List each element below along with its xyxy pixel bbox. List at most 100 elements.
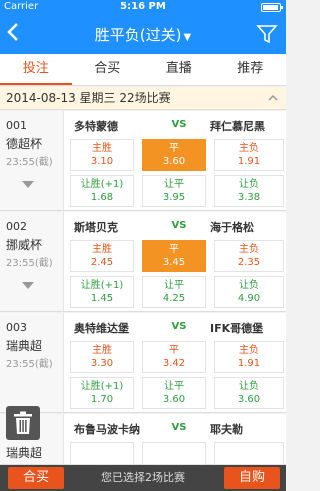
vs-label: VS [171, 321, 187, 332]
tab-recommend[interactable]: 推荐 [215, 54, 287, 85]
match-teams: 斯塔贝克 VS 海于格松 [64, 212, 286, 238]
tab-bar: 投注 合买 直播 推荐 [0, 54, 286, 86]
odd-draw[interactable]: 平 3.45 [142, 240, 206, 272]
collapse-icon [268, 87, 278, 110]
odd-label: 主胜 [92, 143, 112, 154]
nav-bar: 胜平负(过关) ▼ [0, 14, 286, 54]
odd-handicap-loss[interactable]: 让负 4.90 [214, 276, 284, 308]
vs-label: VS [171, 119, 187, 130]
odd-handicap-win[interactable]: 让胜(+1) 1.68 [70, 175, 134, 207]
home-team: 布鲁马波卡纳 [74, 423, 140, 436]
odd-value: 1.91 [237, 358, 261, 369]
odd-home-win[interactable]: 主胜 2.45 [70, 240, 134, 272]
odd-value: 1.91 [237, 156, 261, 167]
expand-icon[interactable] [22, 282, 34, 289]
match-deadline: 23:55(截) [6, 157, 53, 168]
tab-live[interactable]: 直播 [143, 54, 215, 85]
odd-label: 平 [169, 345, 179, 356]
match-teams: 布鲁马波卡纳 VS 耶夫勒 [64, 414, 286, 440]
odd-handicap-draw[interactable]: 让平 3.60 [142, 377, 206, 409]
odd-label: 主负 [239, 345, 259, 356]
selection-summary: 您已选择2场比赛 [101, 471, 185, 484]
away-team: 耶夫勒 [210, 423, 243, 436]
odd-label: 平 [169, 143, 179, 154]
away-team: 海于格松 [210, 221, 254, 234]
odd-home-loss[interactable]: 主负 1.91 [214, 341, 284, 373]
tab-group-buy[interactable]: 合买 [72, 54, 144, 85]
match-card: 003 瑞典超 23:55(截) 奥特维达堡 VS IFK哥德堡 主胜 3.30 … [0, 313, 286, 413]
odd-value: 3.95 [162, 192, 186, 203]
odd-label: 让负 [239, 381, 259, 392]
battery-icon [261, 3, 283, 12]
odd-home-win[interactable]: 主胜 3.10 [70, 139, 134, 171]
odd-label: 让胜(+1) [80, 179, 124, 190]
odd-label: 主负 [239, 244, 259, 255]
trash-icon [6, 411, 40, 435]
match-teams: 多特蒙德 VS 拜仁慕尼黑 [64, 111, 286, 137]
odd-handicap-win[interactable]: 让胜(+1) 1.45 [70, 276, 134, 308]
group-buy-button[interactable]: 合买 [8, 467, 64, 489]
odd-value: 3.38 [237, 192, 261, 203]
self-buy-button[interactable]: 自购 [224, 467, 280, 489]
odd-label: 让平 [164, 280, 184, 291]
odd-handicap-loss[interactable]: 让负 3.38 [214, 175, 284, 207]
match-deadline: 23:55(截) [6, 258, 53, 269]
expand-icon[interactable] [22, 181, 34, 188]
odd-value: 3.60 [162, 394, 186, 405]
odd-label: 让胜(+1) [80, 280, 124, 291]
odd-value: 3.60 [162, 156, 186, 167]
odd-label: 让平 [164, 381, 184, 392]
odd-handicap-draw[interactable]: 让平 3.95 [142, 175, 206, 207]
date-section-header[interactable]: 2014-08-13 星期三 22场比赛 [0, 87, 286, 110]
odd-home-loss[interactable] [214, 442, 284, 465]
odd-handicap-loss[interactable]: 让负 3.60 [214, 377, 284, 409]
odd-value: 3.30 [90, 358, 114, 369]
status-bar: Carrier 5:16 PM [0, 0, 286, 14]
match-number: 003 [6, 321, 27, 334]
odd-handicap-win[interactable]: 让胜(+1) 1.70 [70, 377, 134, 409]
date-section-text: 2014-08-13 星期三 22场比赛 [6, 91, 171, 105]
match-league: 瑞典超 [6, 339, 43, 353]
away-team: 拜仁慕尼黑 [210, 120, 265, 133]
home-team: 奥特维达堡 [74, 322, 129, 335]
clear-selection-button[interactable] [6, 406, 40, 440]
title-dropdown-icon: ▼ [183, 32, 192, 43]
match-teams: 奥特维达堡 VS IFK哥德堡 [64, 313, 286, 339]
match-card: 001 德超杯 23:55(截) 多特蒙德 VS 拜仁慕尼黑 主胜 3.10 平 3… [0, 111, 286, 211]
odd-value: 1.68 [90, 192, 114, 203]
odd-label: 让胜(+1) [80, 381, 124, 392]
odd-value: 3.42 [162, 358, 186, 369]
page-title[interactable]: 胜平负(过关) ▼ [0, 24, 286, 45]
odd-label: 主胜 [92, 345, 112, 356]
odd-value: 3.45 [162, 257, 186, 268]
odd-value: 1.70 [90, 394, 114, 405]
odd-home-win[interactable]: 主胜 3.30 [70, 341, 134, 373]
odd-draw[interactable] [142, 442, 206, 465]
clock: 5:16 PM [120, 1, 166, 12]
match-deadline: 23:55(截) [6, 359, 53, 370]
match-card: 002 挪威杯 23:55(截) 斯塔贝克 VS 海于格松 主胜 2.45 平 3.… [0, 212, 286, 312]
odd-label: 平 [169, 244, 179, 255]
match-card: 瑞典超 布鲁马波卡纳 VS 耶夫勒 [0, 414, 286, 465]
match-info: 003 瑞典超 23:55(截) [0, 313, 64, 412]
odd-value: 1.45 [90, 293, 114, 304]
odd-label: 让负 [239, 179, 259, 190]
odd-home-win[interactable] [70, 442, 134, 465]
odd-label: 让负 [239, 280, 259, 291]
bottom-bar: 合买 您已选择2场比赛 自购 [0, 465, 286, 491]
match-info: 001 德超杯 23:55(截) [0, 111, 64, 210]
filter-icon[interactable] [256, 23, 278, 45]
odd-draw[interactable]: 平 3.42 [142, 341, 206, 373]
odd-handicap-draw[interactable]: 让平 4.25 [142, 276, 206, 308]
match-league: 德超杯 [6, 137, 43, 151]
tab-betting[interactable]: 投注 [0, 54, 72, 85]
match-number: 001 [6, 119, 27, 132]
odd-home-loss[interactable]: 主负 1.91 [214, 139, 284, 171]
home-team: 多特蒙德 [74, 120, 118, 133]
page-title-text: 胜平负(过关) [94, 26, 182, 44]
match-league: 挪威杯 [6, 238, 43, 252]
odd-draw[interactable]: 平 3.60 [142, 139, 206, 171]
odd-label: 主负 [239, 143, 259, 154]
odd-label: 让平 [164, 179, 184, 190]
odd-home-loss[interactable]: 主负 2.35 [214, 240, 284, 272]
